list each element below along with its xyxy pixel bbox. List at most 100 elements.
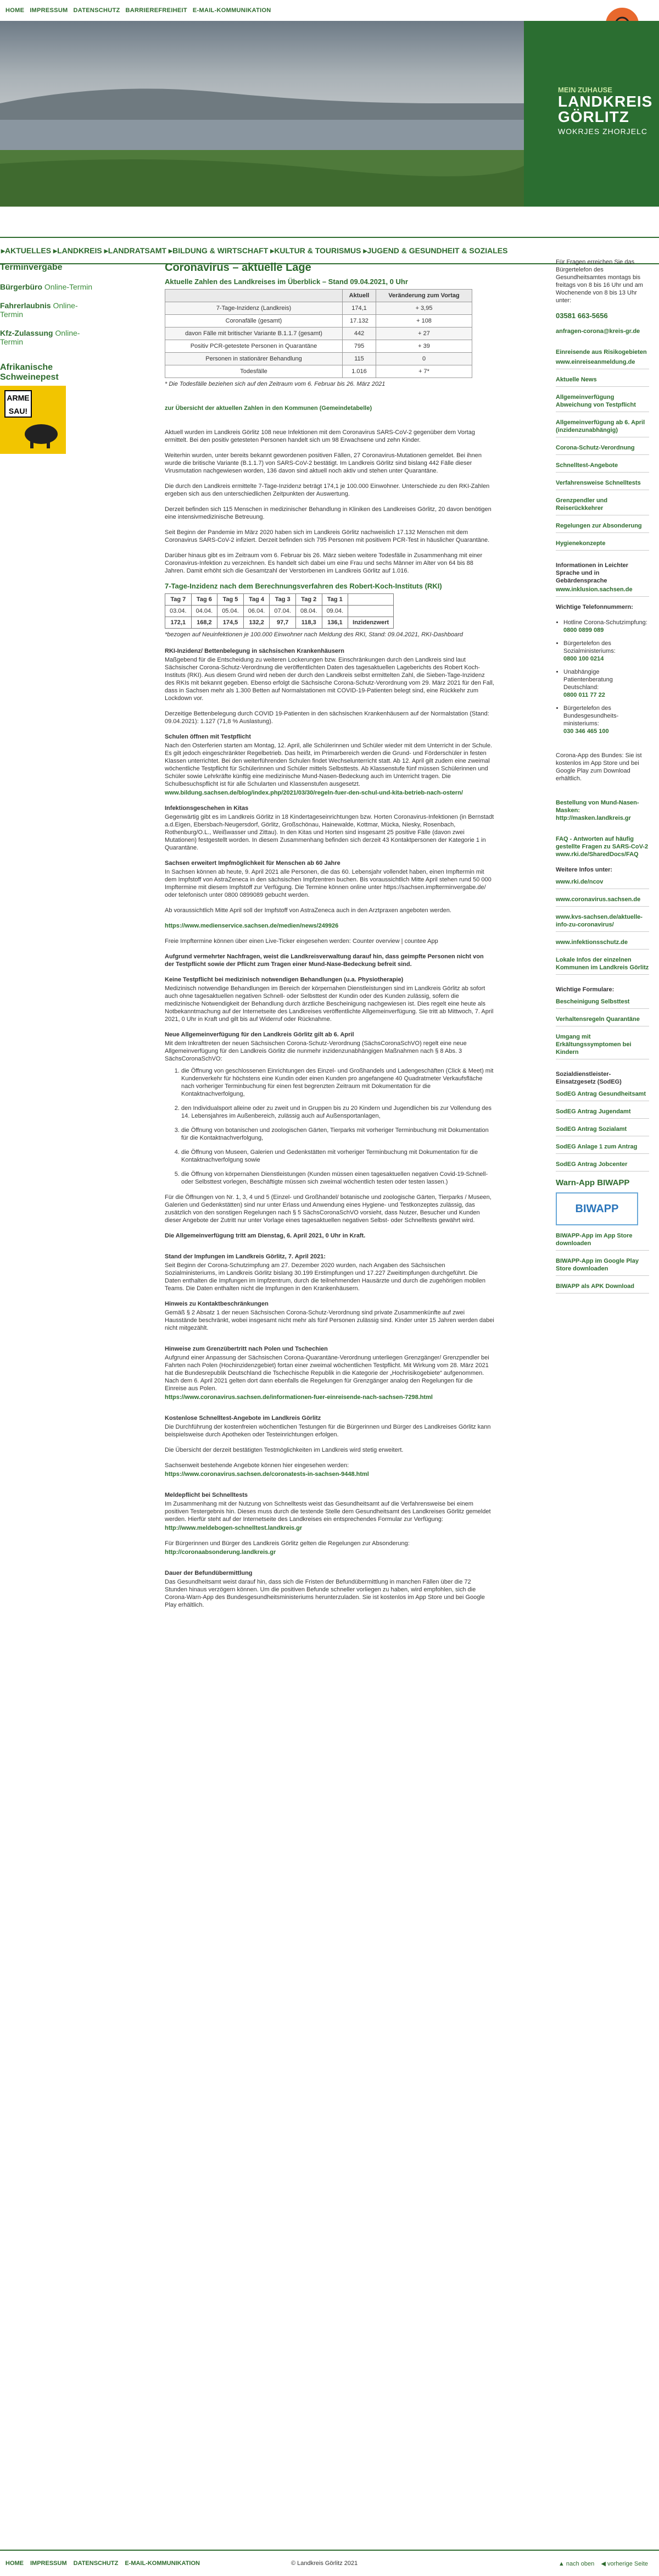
sidebar-link[interactable]: Corona-Schutz-Verordnung (556, 444, 649, 455)
sidebar-link[interactable]: Regelungen zur Absonderung (556, 522, 649, 533)
faq-link[interactable]: FAQ - Antworten auf häufig gestellte Fra… (556, 835, 649, 858)
paragraph: Darüber hinaus gibt es im Zeitraum vom 6… (165, 552, 483, 574)
topnav-home[interactable]: HOME (5, 7, 24, 14)
hotline-info: Für Fragen erreichen Sie das Bürgertelef… (556, 259, 643, 304)
termin-buergerbuero[interactable]: Bürgerbüro Online-Termin (0, 282, 93, 291)
pig-icon (25, 424, 58, 448)
topnav-datenschutz[interactable]: DATENSCHUTZ (74, 7, 120, 14)
left-sidebar: Terminvergabe Bürgerbüro Online-Termin F… (0, 258, 93, 454)
form-link[interactable]: Bescheinigung Selbsttest (556, 998, 649, 1009)
biwapp-link[interactable]: BIWAPP-App im App Store downloaden (556, 1232, 649, 1251)
main-content: Coronavirus – aktuelle Lage Aktuelle Zah… (165, 258, 494, 1617)
absonderung-link[interactable]: http://coronaabsonderung.landkreis.gr (165, 1548, 494, 1556)
rki-table: Tag 7 Tag 6 Tag 5 Tag 4 Tag 3 Tag 2 Tag 1 03.0… (165, 593, 394, 629)
more-link[interactable]: www.coronavirus.sachsen.de (556, 896, 649, 907)
footer-home[interactable]: HOME (5, 2560, 24, 2567)
heading-meldepflicht: Meldepflicht bei Schnelltests (165, 1492, 248, 1498)
sodeg-link[interactable]: SodEG Antrag Jugendamt (556, 1108, 649, 1119)
more-link[interactable]: Lokale Infos der einzelnen Kommunen im L… (556, 956, 649, 975)
paragraph: Für Bürgerinnen und Bürger des Landkreis… (165, 1540, 410, 1547)
inklusion-link[interactable]: www.inklusion.sachsen.de (556, 586, 649, 597)
list-item: Bürgertelefon des Bundesgesundheits-mini… (563, 704, 649, 735)
previous-page-link[interactable]: vorherige Seite (607, 2561, 648, 2567)
gemeinde-link[interactable]: zur Übersicht der aktuellen Zahlen in de… (165, 404, 494, 412)
paragraph: Die Allgemeinverfügung tritt am Dienstag… (165, 1233, 366, 1239)
form-link[interactable]: Umgang mit Erkältungssymptomen bei Kinde… (556, 1033, 649, 1059)
sidebar-link[interactable]: Verfahrensweise Schnelltests (556, 479, 649, 490)
logo-landkreis: LANDKREIS (558, 93, 653, 110)
schule-link[interactable]: www.bildung.sachsen.de/blog/index.php/20… (165, 789, 494, 797)
risk-title: Einreisende aus Risikogebieten (556, 349, 647, 356)
arme-sau-banner[interactable]: ARME SAU! (0, 386, 66, 454)
table-row: Positiv PCR-getestete Personen in Quaran… (165, 340, 472, 353)
paragraph: Nach den Osterferien starten am Montag, … (165, 742, 493, 787)
footer-datenschutz[interactable]: DATENSCHUTZ (74, 2560, 119, 2567)
hotline-email[interactable]: anfragen-corona@kreis-gr.de (556, 327, 649, 335)
list-item: Bürgertelefon des Sozialministeriums:080… (563, 640, 649, 663)
warnapp-title: Warn-App BIWAPP (556, 1178, 630, 1187)
schnelltest-link[interactable]: https://www.coronavirus.sachsen.de/coron… (165, 1470, 494, 1478)
footer-nav: ▲ nach oben ◀ vorherige Seite (559, 2560, 648, 2567)
list-item: den Individualsport alleine oder zu zwei… (181, 1104, 494, 1120)
nav-jugend[interactable]: ▸JUGEND & GESUNDHEIT & SOZIALES (363, 246, 507, 256)
table-row: davon Fälle mit britischer Variante B.1.… (165, 327, 472, 340)
topnav-barrierefreiheit[interactable]: BARRIEREFREIHEIT (126, 7, 187, 14)
sidebar-link[interactable]: Allgemeinverfügung ab 6. April (inzidenz… (556, 419, 649, 437)
arrow-up-icon: ▲ (558, 2560, 565, 2567)
arrow-left-icon: ◀ (601, 2560, 606, 2567)
termin-fahrerlaubnis[interactable]: Fahrerlaubnis Online-Termin (0, 301, 93, 319)
footer-email[interactable]: E-MAIL-KOMMUNIKATION (125, 2560, 200, 2567)
mask-link[interactable]: Bestellung von Mund-Nasen-Masken: http:/… (556, 799, 649, 822)
topnav-email[interactable]: E-MAIL-KOMMUNIKATION (193, 7, 271, 14)
sidebar-link[interactable]: Allgemeinverfügung Abweichung von Testpf… (556, 393, 649, 412)
back-to-top-link[interactable]: nach oben (566, 2561, 594, 2567)
phone-list: Hotline Corona-Schutzimpfung:0800 0899 0… (563, 619, 649, 735)
more-link[interactable]: www.infektionsschutz.de (556, 939, 649, 950)
heading-kita: Infektionsgeschehen in Kitas (165, 805, 249, 812)
sidebar-link[interactable]: Schnelltest-Angebote (556, 462, 649, 473)
risk-link[interactable]: www.einreiseanmeldung.de (556, 358, 649, 369)
nav-aktuelles[interactable]: ▸AKTUELLES (1, 246, 51, 256)
hotline-phone[interactable]: 03581 663-5656 (556, 312, 649, 320)
heading-schule: Schulen öffnen mit Testpflicht (165, 734, 251, 740)
sidebar-link[interactable]: Aktuelle News (556, 376, 649, 387)
district-logo[interactable]: MEIN ZUHAUSE LANDKREIS GÖRLITZ WOKRJES Z… (524, 21, 659, 207)
topnav-impressum[interactable]: IMPRESSUM (30, 7, 68, 14)
list-item: die Öffnung von körpernahen Dienstleistu… (181, 1170, 494, 1186)
copyright: © Landkreis Görlitz 2021 (291, 2560, 358, 2567)
top-navigation: HOME IMPRESSUM DATENSCHUTZ BARRIEREFREIH… (0, 0, 659, 21)
form-link[interactable]: Verhaltensregeln Quarantäne (556, 1015, 649, 1026)
paragraph: Die Durchführung der kostenfreien wöchen… (165, 1424, 491, 1438)
heading-physio: Keine Testpflicht bei medizinisch notwen… (165, 976, 404, 983)
biwapp-link[interactable]: BIWAPP-App im Google Play Store download… (556, 1257, 649, 1276)
heading-impfung-60: Sachsen erweitert Impfmöglichkeit für Me… (165, 860, 340, 867)
sodeg-link[interactable]: SodEG Antrag Gesundheitsamt (556, 1090, 649, 1101)
overview-heading: Aktuelle Zahlen des Landkreises im Überb… (165, 277, 408, 286)
sodeg-link[interactable]: SodEG Antrag Sozialamt (556, 1125, 649, 1136)
sidebar-link[interactable]: Grenzpendler und Reiserückkehrer (556, 497, 649, 515)
termin-kfz[interactable]: Kfz-Zulassung Online-Termin (0, 329, 93, 346)
paragraph: Die Übersicht der derzeit bestätigten Te… (165, 1447, 404, 1453)
medienservice-link[interactable]: https://www.medienservice.sachsen.de/med… (165, 922, 494, 930)
nav-landratsamt[interactable]: ▸LANDRATSAMT (104, 246, 166, 256)
paragraph: Freie Impftermine können über einen Live… (165, 938, 438, 945)
header-banner: MEIN ZUHAUSE LANDKREIS GÖRLITZ WOKRJES Z… (0, 21, 659, 207)
sodeg-link[interactable]: SodEG Antrag Jobcenter (556, 1161, 649, 1172)
table-row: 7-Tage-Inzidenz (Landkreis) 174,1 + 3,95 (165, 302, 472, 315)
grenze-link[interactable]: https://www.coronavirus.sachsen.de/infor… (165, 1394, 494, 1401)
biwapp-link[interactable]: BIWAPP als APK Download (556, 1283, 649, 1293)
footer-impressum[interactable]: IMPRESSUM (30, 2560, 67, 2567)
sidebar-link[interactable]: Hygienekonzepte (556, 540, 649, 551)
paragraph: Sachsenweit bestehende Angebote können h… (165, 1462, 349, 1469)
sodeg-link[interactable]: SodEG Anlage 1 zum Antrag (556, 1143, 649, 1154)
more-link[interactable]: www.rki.de/ncov (556, 878, 649, 889)
nav-landkreis[interactable]: ▸LANDKREIS (53, 246, 102, 256)
table-header: Tag 7 Tag 6 Tag 5 Tag 4 Tag 3 Tag 2 Tag 1 (165, 593, 394, 606)
nav-kultur[interactable]: ▸KULTUR & TOURISMUS (270, 246, 361, 256)
paragraph: Weiterhin wurden, unter bereits bekannt … (165, 452, 482, 474)
nav-bildung[interactable]: ▸BILDUNG & WIRTSCHAFT (169, 246, 268, 256)
more-link[interactable]: www.kvs-sachsen.de/aktuelle-info-zu-coro… (556, 913, 649, 932)
meldebogen-link[interactable]: http://www.meldebogen-schnelltest.landkr… (165, 1524, 494, 1532)
biwapp-logo[interactable]: BIWAPP (556, 1192, 638, 1225)
paragraph: Aufgrund vermehrter Nachfragen, weist di… (165, 953, 484, 968)
